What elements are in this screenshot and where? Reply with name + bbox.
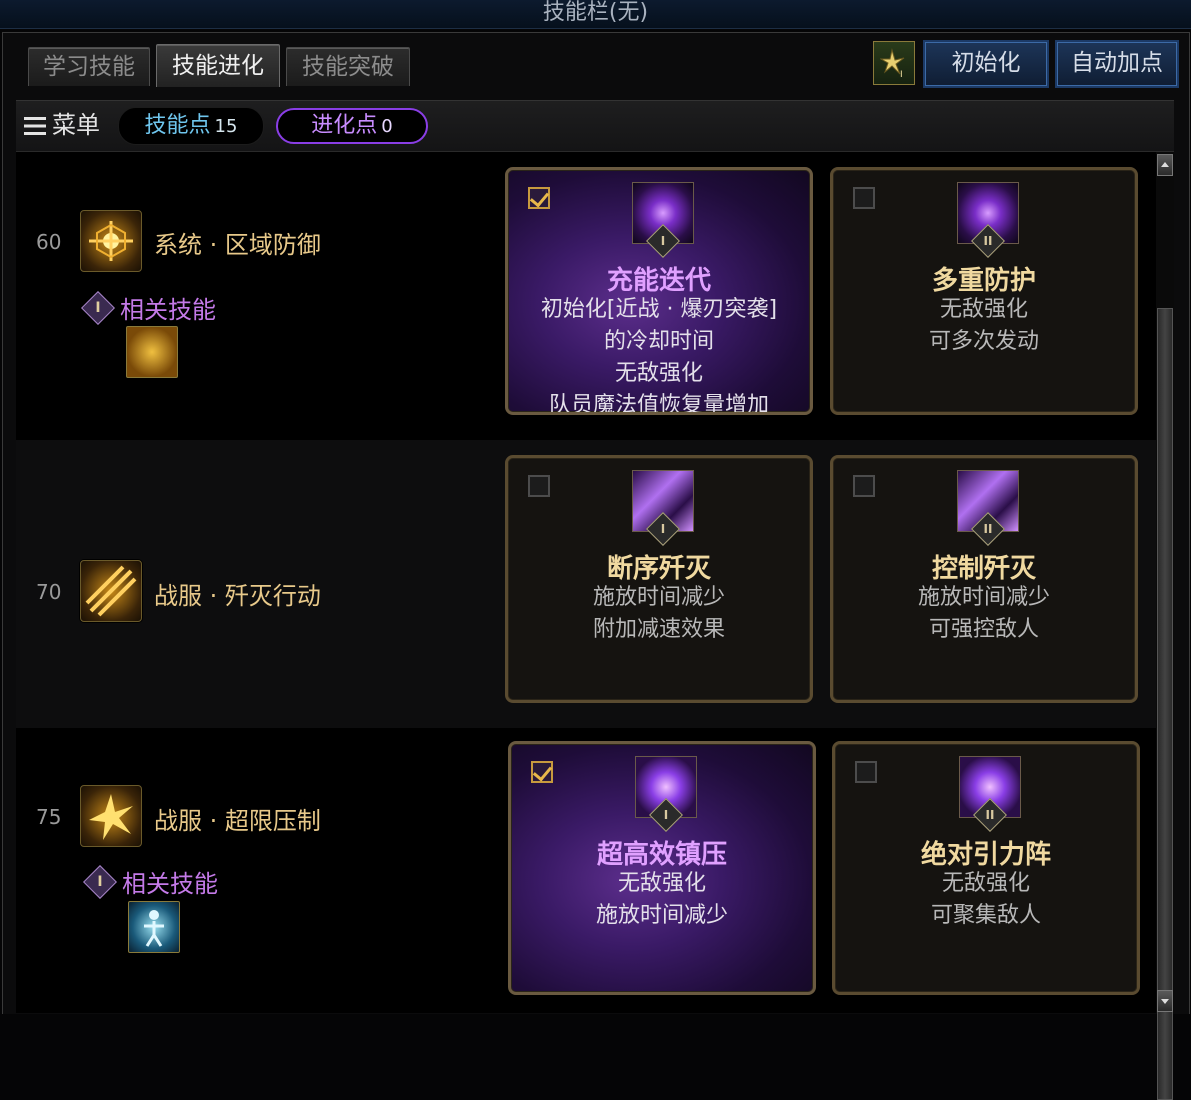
evolve-points-badge: 进化点 0 [276, 108, 428, 144]
scroll-up-icon[interactable] [1157, 154, 1173, 176]
rank-i-icon: I [646, 224, 680, 258]
burst-icon [89, 794, 133, 840]
skill-name: 系统 · 区域防御 [154, 231, 321, 259]
rank-ii-icon: II [971, 512, 1005, 546]
option-description: 初始化[近战 · 爆刃突袭] 的冷却时间 无敌强化 队员魔法值恢复量增加 [540, 297, 778, 415]
option-checkbox[interactable] [855, 761, 877, 783]
evolution-option-card[interactable]: II 绝对引力阵 无敌强化 可聚集敌人 [832, 741, 1140, 995]
option-title: 充能迭代 [606, 266, 711, 296]
hamburger-icon [24, 117, 46, 135]
evolution-option-card[interactable]: I 断序歼灭 施放时间减少 附加减速效果 [505, 455, 813, 703]
disorder-annihilation-icon: I [632, 470, 694, 546]
rank-ii-icon: II [971, 224, 1005, 258]
skill-level: 70 [36, 580, 62, 604]
option-description: 无敌强化 施放时间减少 [595, 871, 728, 928]
related-skill-icon[interactable] [126, 326, 178, 378]
charge-iteration-icon: I [632, 182, 694, 258]
hex-shield-icon [89, 221, 133, 261]
option-checkbox[interactable] [531, 761, 553, 783]
tab-skill-evolution[interactable]: 技能进化 [156, 44, 280, 87]
title-bar: 技能栏(无) [0, 0, 1191, 29]
annihilation-skill-icon[interactable] [80, 560, 142, 622]
option-checkbox[interactable] [528, 187, 550, 209]
rank-i-icon: I [83, 865, 117, 899]
svg-text:I: I [900, 70, 903, 78]
option-checkbox[interactable] [853, 475, 875, 497]
option-title: 控制歼灭 [931, 554, 1036, 584]
figure-icon [144, 910, 164, 947]
related-skill-icon[interactable] [128, 901, 180, 953]
tab-learn-skill[interactable]: 学习技能 [28, 47, 150, 86]
auto-add-button[interactable]: 自动加点 [1055, 40, 1179, 88]
high-efficiency-suppression-icon: I [635, 756, 697, 832]
option-title: 超高效镇压 [596, 840, 727, 870]
skill-level: 60 [36, 230, 62, 254]
scrollbar[interactable] [1156, 152, 1174, 1100]
rank-i-icon: I [649, 798, 683, 832]
evolve-points-label: 进化点 [311, 113, 378, 138]
option-description: 施放时间减少 附加减速效果 [592, 585, 725, 642]
buff-skill-icon: I [880, 48, 905, 78]
overlimit-suppression-skill-icon[interactable] [80, 785, 142, 847]
evolution-option-card[interactable]: II 控制歼灭 施放时间减少 可强控敌人 [830, 455, 1138, 703]
option-title: 断序歼灭 [606, 554, 711, 584]
skill-points-value: 15 [214, 116, 238, 137]
skill-name: 战服 · 超限压制 [154, 807, 321, 835]
skill-name: 战服 · 歼灭行动 [154, 582, 321, 610]
rank-i-icon: I [646, 512, 680, 546]
multi-defense-icon: II [957, 182, 1019, 258]
evolve-points-value: 0 [381, 116, 393, 137]
scroll-down-icon[interactable] [1157, 990, 1173, 1012]
buff-skill-button[interactable]: I [873, 41, 915, 85]
check-icon [532, 761, 553, 782]
reset-button[interactable]: 初始化 [923, 40, 1049, 88]
control-annihilation-icon: II [957, 470, 1019, 546]
skill-level: 75 [36, 805, 62, 829]
option-description: 无敌强化 可聚集敌人 [930, 871, 1041, 928]
skill-points-badge: 技能点 15 [118, 107, 264, 145]
check-icon [529, 187, 550, 208]
evolution-option-card[interactable]: I 超高效镇压 无敌强化 施放时间减少 [508, 741, 816, 995]
option-description: 施放时间减少 可强控敌人 [917, 585, 1050, 642]
rank-i-icon: I [81, 291, 115, 325]
tab-skill-breakthrough[interactable]: 技能突破 [286, 47, 410, 86]
scroll-thumb[interactable] [1157, 308, 1173, 1100]
related-skills-label: I 相关技能 [81, 290, 216, 325]
window-title: 技能栏(无) [542, 0, 649, 25]
menu-label: 菜单 [52, 111, 100, 139]
option-description: 无敌强化 可多次发动 [928, 297, 1039, 354]
option-checkbox[interactable] [528, 475, 550, 497]
menu-bar: 菜单 技能点 15 进化点 0 [16, 100, 1174, 152]
option-title: 绝对引力阵 [920, 840, 1051, 870]
skill-points-label: 技能点 [144, 113, 211, 138]
option-checkbox[interactable] [853, 187, 875, 209]
slash-icon [85, 565, 137, 617]
menu-button[interactable]: 菜单 [24, 107, 100, 143]
evolution-option-card[interactable]: I 充能迭代 初始化[近战 · 爆刃突袭] 的冷却时间 无敌强化 队员魔法值恢复量增加 [505, 167, 813, 415]
option-title: 多重防护 [931, 266, 1036, 296]
gravity-array-icon: II [959, 756, 1021, 832]
area-defense-skill-icon[interactable] [80, 210, 142, 272]
rank-ii-icon: II [973, 798, 1007, 832]
evolution-option-card[interactable]: II 多重防护 无敌强化 可多次发动 [830, 167, 1138, 415]
related-skills-label: I 相关技能 [83, 864, 218, 899]
